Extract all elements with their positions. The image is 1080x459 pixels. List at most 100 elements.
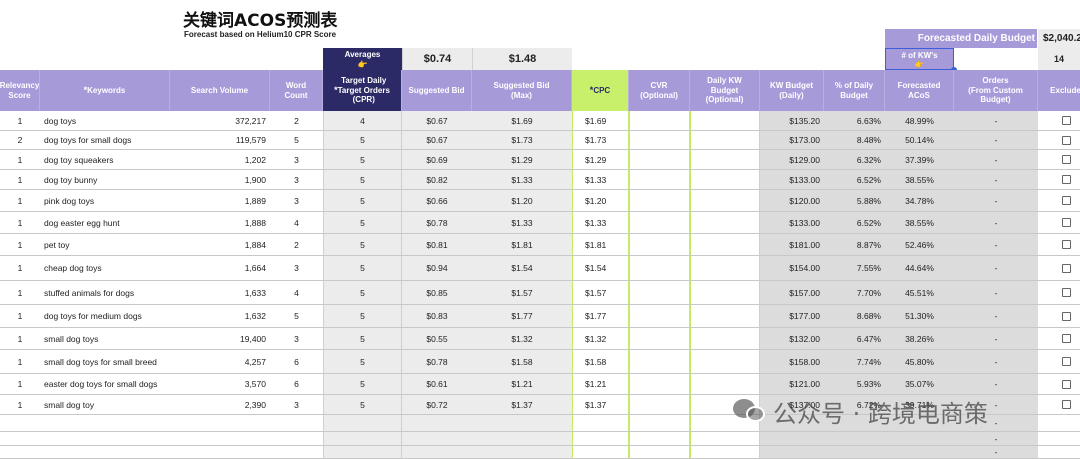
cell-cpc[interactable]: $1.57 <box>572 281 629 304</box>
header-words[interactable]: Word Count <box>270 70 323 111</box>
cell-kwb[interactable]: $135.20 <box>760 111 824 130</box>
cell-volume[interactable]: 1,889 <box>170 190 270 211</box>
cell-pct[interactable]: 8.87% <box>824 234 885 255</box>
cell-keyword[interactable]: dog toys for medium dogs <box>40 305 170 327</box>
cell-exclude[interactable] <box>1038 234 1080 255</box>
cell-bid[interactable]: $0.94 <box>402 256 472 280</box>
cell-exclude[interactable] <box>1038 281 1080 304</box>
average-suggested-bid-max[interactable]: $1.48 <box>472 48 572 70</box>
cell-volume[interactable]: 1,633 <box>170 281 270 304</box>
cell-cpc[interactable]: $1.33 <box>572 170 629 189</box>
cell-cvr[interactable] <box>629 432 690 445</box>
cell-cpc[interactable]: $1.32 <box>572 328 629 349</box>
cell-facos[interactable]: 44.64% <box>885 256 954 280</box>
cell-orders[interactable]: - <box>954 328 1038 349</box>
cell-exclude[interactable] <box>1038 170 1080 189</box>
cell-exclude[interactable] <box>1038 446 1080 458</box>
cell-cpc[interactable]: $1.33 <box>572 212 629 233</box>
cell-target[interactable]: 5 <box>323 328 402 349</box>
cell-volume[interactable]: 4,257 <box>170 350 270 373</box>
header-cvr[interactable]: CVR (Optional) <box>629 70 690 111</box>
cell-dkw[interactable] <box>690 150 760 169</box>
cell-keyword[interactable]: cheap dog toys <box>40 256 170 280</box>
cell-dkw[interactable] <box>690 446 760 458</box>
cell-bidmax[interactable]: $1.33 <box>472 212 572 233</box>
cell-exclude[interactable] <box>1038 190 1080 211</box>
header-target[interactable]: * Target Daily Target Orders (CPR) <box>323 70 402 111</box>
cell-orders[interactable]: - <box>954 432 1038 445</box>
cell-cvr[interactable] <box>629 305 690 327</box>
cell-orders[interactable]: - <box>954 131 1038 149</box>
cell-orders[interactable]: - <box>954 234 1038 255</box>
cell-kwb[interactable] <box>760 446 824 458</box>
cell-bidmax[interactable] <box>472 446 572 458</box>
cell-exclude[interactable] <box>1038 432 1080 445</box>
cell-dkw[interactable] <box>690 190 760 211</box>
cell-target[interactable]: 5 <box>323 234 402 255</box>
cell-pct[interactable]: 8.68% <box>824 305 885 327</box>
cell-pct[interactable]: 7.74% <box>824 350 885 373</box>
header-orders[interactable]: Orders (From Custom Budget) <box>954 70 1038 111</box>
cell-orders[interactable]: - <box>954 170 1038 189</box>
cell-facos[interactable]: 38.55% <box>885 212 954 233</box>
cell-exclude[interactable] <box>1038 350 1080 373</box>
cell-facos[interactable]: 35.07% <box>885 374 954 394</box>
cell-keyword[interactable] <box>40 432 170 445</box>
header-bidmax[interactable]: Suggested Bid (Max) <box>472 70 572 111</box>
cell-cvr[interactable] <box>629 328 690 349</box>
cell-exclude[interactable] <box>1038 256 1080 280</box>
cell-bid[interactable]: $0.85 <box>402 281 472 304</box>
cell-cvr[interactable] <box>629 281 690 304</box>
cell-volume[interactable]: 19,400 <box>170 328 270 349</box>
cell-cvr[interactable] <box>629 131 690 149</box>
cell-pct[interactable]: 6.52% <box>824 212 885 233</box>
cell-cpc[interactable]: $1.77 <box>572 305 629 327</box>
cell-bidmax[interactable]: $1.20 <box>472 190 572 211</box>
cell-target[interactable] <box>323 446 402 458</box>
cell-dkw[interactable] <box>690 234 760 255</box>
cell-cpc[interactable]: $1.69 <box>572 111 629 130</box>
cell-orders[interactable]: - <box>954 350 1038 373</box>
cell-keyword[interactable]: small dog toys for small breed <box>40 350 170 373</box>
cell-bid[interactable]: $0.83 <box>402 305 472 327</box>
cell-volume[interactable] <box>170 432 270 445</box>
cell-target[interactable] <box>323 432 402 445</box>
cell-bid[interactable]: $0.78 <box>402 212 472 233</box>
cell-cpc[interactable] <box>572 415 629 431</box>
cell-bidmax[interactable]: $1.58 <box>472 350 572 373</box>
exclude-checkbox[interactable] <box>1061 379 1071 389</box>
cell-cvr[interactable] <box>629 256 690 280</box>
cell-facos[interactable]: 38.55% <box>885 170 954 189</box>
cell-bidmax[interactable]: $1.29 <box>472 150 572 169</box>
cell-bidmax[interactable]: $1.21 <box>472 374 572 394</box>
cell-relevancy[interactable]: 1 <box>0 256 40 280</box>
cell-bidmax[interactable] <box>472 415 572 431</box>
cell-kwb[interactable]: $120.00 <box>760 190 824 211</box>
exclude-checkbox[interactable] <box>1061 357 1071 366</box>
cell-target[interactable]: 5 <box>323 170 402 189</box>
cell-orders[interactable]: - <box>954 256 1038 280</box>
cell-cvr[interactable] <box>629 212 690 233</box>
cell-kwb[interactable]: $129.00 <box>760 150 824 169</box>
cell-cpc[interactable] <box>572 432 629 445</box>
cell-exclude[interactable] <box>1038 150 1080 169</box>
cell-cvr[interactable] <box>629 374 690 394</box>
cell-cvr[interactable] <box>629 170 690 189</box>
cell-relevancy[interactable] <box>0 415 40 431</box>
cell-words[interactable] <box>270 432 323 445</box>
cell-words[interactable]: 3 <box>270 328 323 349</box>
cell-relevancy[interactable]: 1 <box>0 190 40 211</box>
cell-bid[interactable]: $0.82 <box>402 170 472 189</box>
cell-words[interactable]: 3 <box>270 170 323 189</box>
cell-relevancy[interactable]: 2 <box>0 131 40 149</box>
cell-target[interactable]: 5 <box>323 305 402 327</box>
forecasted-daily-budget-value[interactable]: $2,040.2 <box>1038 29 1080 48</box>
cell-keyword[interactable]: small dog toys <box>40 328 170 349</box>
cell-dkw[interactable] <box>690 281 760 304</box>
cell-keyword[interactable]: dog toys for small dogs <box>40 131 170 149</box>
cell-bidmax[interactable]: $1.37 <box>472 395 572 414</box>
cell-pct[interactable] <box>824 432 885 445</box>
cell-orders[interactable]: - <box>954 190 1038 211</box>
cell-relevancy[interactable]: 1 <box>0 395 40 414</box>
cell-bidmax[interactable]: $1.32 <box>472 328 572 349</box>
